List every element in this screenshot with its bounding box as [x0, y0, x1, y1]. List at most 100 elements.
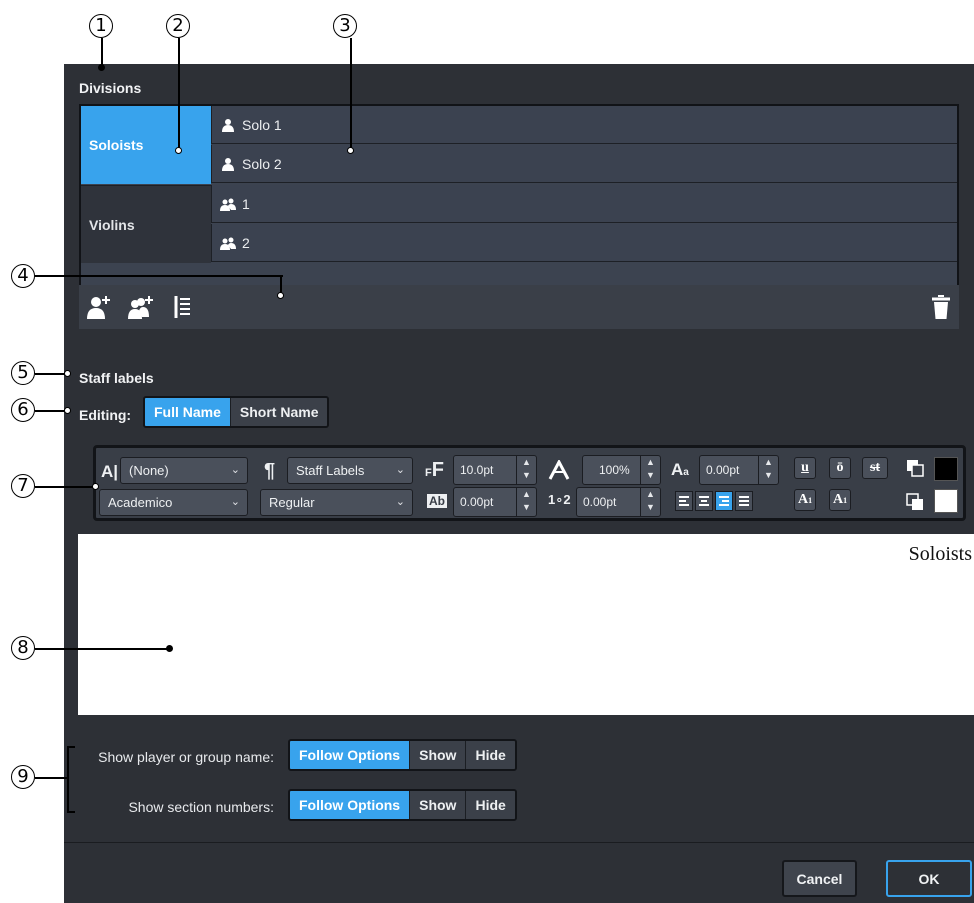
add-section-player-icon[interactable] [127, 293, 155, 321]
group-violins[interactable]: Violins [81, 185, 211, 263]
spinner-arrows-icon[interactable]: ▲ ▼ [516, 488, 536, 516]
player-row[interactable]: 2 [211, 224, 957, 262]
player-name: 2 [242, 234, 250, 251]
spinner-arrows-icon[interactable]: ▲ ▼ [640, 488, 660, 516]
player-name: 1 [242, 195, 250, 212]
tracking-icon: Ab [427, 494, 447, 508]
leader-line [35, 486, 95, 488]
staff-labels-dialog: Divisions Soloists Solo 1 Solo 2 Violins… [64, 64, 974, 903]
subscript-button[interactable]: A1 [829, 489, 851, 511]
leader-line [350, 38, 352, 150]
leader-line [35, 648, 169, 650]
foreground-color-icon [907, 460, 924, 477]
player-name: Solo 1 [242, 116, 282, 133]
player-row[interactable]: Solo 1 [211, 106, 957, 144]
preview-text: Soloists [908, 543, 972, 565]
chevron-down-icon: ⌄ [395, 464, 405, 476]
background-color-swatch[interactable] [934, 489, 958, 513]
cancel-button[interactable]: Cancel [782, 860, 857, 897]
chevron-down-icon: ⌄ [230, 464, 240, 476]
hide-button[interactable]: Hide [466, 791, 515, 819]
section-player-icon [220, 237, 236, 250]
chevron-down-icon: ⌄ [230, 496, 240, 508]
player-name: Solo 2 [242, 155, 282, 172]
align-center-button[interactable] [695, 491, 713, 511]
leader-line [101, 38, 103, 66]
show-button[interactable]: Show [410, 741, 467, 769]
callout-8: 8 [11, 636, 35, 660]
text-format-toolbar: A| (None) ⌄ ¶ Staff Labels ⌄ Academico ⌄ Re… [93, 445, 966, 521]
dialog-footer: Cancel OK [64, 842, 974, 903]
show-name-segmented-control: Follow Options Show Hide [288, 739, 517, 771]
callout-1: 1 [89, 14, 113, 38]
follow-options-button[interactable]: Follow Options [290, 791, 411, 819]
leader-line [35, 777, 69, 779]
justify-button[interactable] [735, 491, 753, 511]
font-style-dropdown[interactable]: Regular ⌄ [260, 489, 413, 516]
callout-5: 5 [11, 361, 35, 385]
single-player-icon [222, 157, 234, 171]
spinner-arrows-icon[interactable]: ▲ ▼ [640, 456, 660, 484]
staff-labels-heading: Staff labels [79, 370, 154, 386]
superscript-button[interactable]: A1 [794, 489, 816, 511]
add-group-icon[interactable] [171, 293, 199, 321]
line-spacing-icon: 1∘2 [548, 492, 571, 507]
leader-dot [166, 645, 173, 652]
overline-button[interactable]: ō [829, 457, 851, 479]
label-preview-area[interactable]: Soloists [78, 534, 974, 715]
leader-dot [92, 483, 99, 490]
leader-dot [64, 407, 71, 414]
chevron-down-icon: ⌄ [395, 496, 405, 508]
callout-9: 9 [11, 765, 35, 789]
spacing-spinner[interactable]: 0.00pt ▲ ▼ [576, 487, 661, 517]
spinner-arrows-icon[interactable]: ▲ ▼ [516, 456, 536, 484]
underline-button[interactable]: u [794, 457, 816, 479]
show-section-numbers-label: Show section numbers: [128, 799, 274, 815]
full-name-button[interactable]: Full Name [145, 398, 231, 426]
show-section-numbers-segmented-control: Follow Options Show Hide [288, 789, 517, 821]
callout-7: 7 [11, 474, 35, 498]
editing-segmented-control: Full Name Short Name [143, 396, 330, 428]
font-size-icon: FF [425, 459, 444, 481]
paragraph-style-dropdown[interactable]: Staff Labels ⌄ [287, 457, 413, 484]
show-name-label: Show player or group name: [98, 749, 274, 765]
baseline-spinner[interactable]: 0.00pt ▲ ▼ [699, 455, 779, 485]
character-style-dropdown[interactable]: (None) ⌄ [120, 457, 248, 484]
foreground-color-swatch[interactable] [934, 457, 958, 481]
spinner-arrows-icon[interactable]: ▲ ▼ [758, 456, 778, 484]
baseline-shift-icon: Aa [671, 460, 689, 479]
callout-2: 2 [166, 14, 190, 38]
player-row[interactable]: Solo 2 [211, 145, 957, 183]
editing-label: Editing: [79, 407, 132, 423]
font-family-dropdown[interactable]: Academico ⌄ [99, 489, 248, 516]
divisions-heading: Divisions [79, 80, 142, 96]
leader-line [35, 410, 67, 412]
leader-dot [277, 292, 284, 299]
width-spinner[interactable]: 100% ▲ ▼ [582, 455, 661, 485]
leader-line [35, 275, 283, 277]
callout-6: 6 [11, 398, 35, 422]
align-left-button[interactable] [675, 491, 693, 511]
strikethrough-button[interactable]: st [862, 457, 888, 479]
tracking-spinner[interactable]: 0.00pt ▲ ▼ [453, 487, 537, 517]
divisions-toolbar [79, 285, 959, 329]
show-button[interactable]: Show [410, 791, 467, 819]
character-width-icon [548, 460, 570, 480]
leader-bracket [67, 811, 75, 813]
add-single-player-icon[interactable] [85, 293, 113, 321]
short-name-button[interactable]: Short Name [230, 398, 328, 426]
follow-options-button[interactable]: Follow Options [290, 741, 411, 769]
character-style-icon: A| [101, 462, 119, 481]
single-player-icon [222, 118, 234, 132]
ok-button[interactable]: OK [886, 860, 972, 897]
group-soloists[interactable]: Soloists [81, 106, 211, 184]
annotated-dialog-figure: 1 2 3 4 5 6 7 8 9 Divisions Soloists Sol… [0, 0, 974, 903]
align-right-button[interactable] [715, 491, 733, 511]
trash-icon[interactable] [927, 293, 955, 321]
player-row[interactable]: 1 [211, 185, 957, 223]
hide-button[interactable]: Hide [466, 741, 515, 769]
leader-dot [347, 147, 354, 154]
font-size-spinner[interactable]: 10.0pt ▲ ▼ [453, 455, 537, 485]
callout-3: 3 [333, 14, 357, 38]
paragraph-style-icon: ¶ [264, 460, 276, 482]
